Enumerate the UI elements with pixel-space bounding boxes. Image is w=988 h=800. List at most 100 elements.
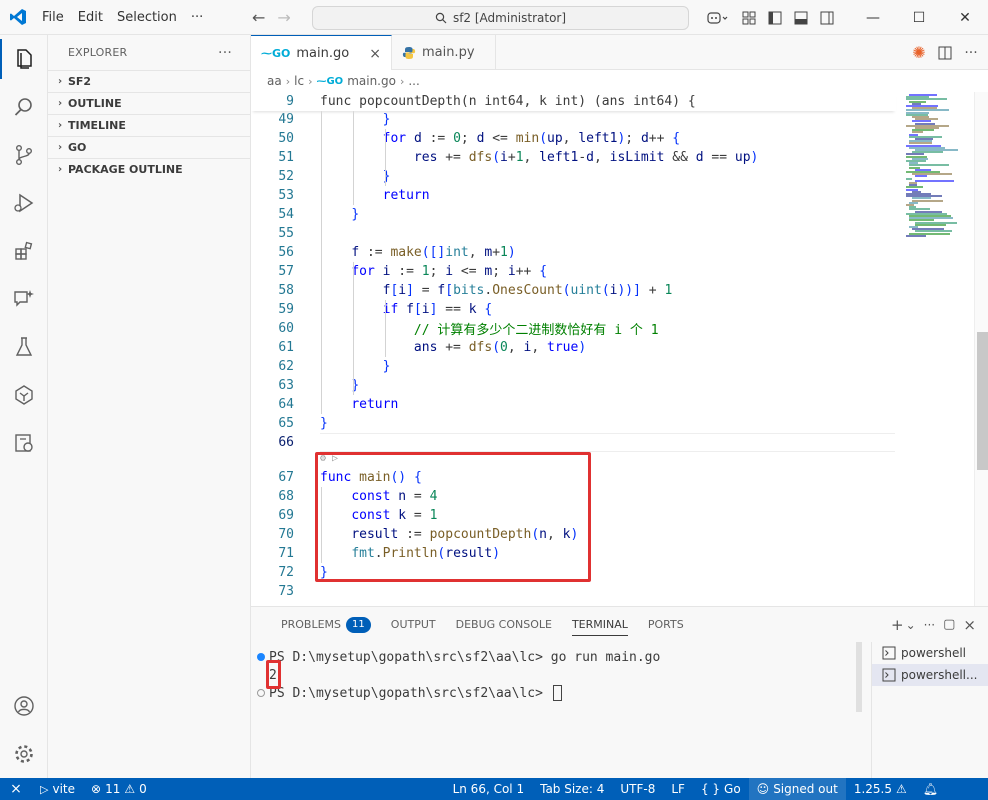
maximize-panel-icon[interactable]: ▢ bbox=[943, 617, 955, 632]
window-controls: — ☐ ✕ bbox=[850, 0, 988, 35]
breadcrumb-item[interactable]: lc bbox=[294, 74, 304, 88]
status-language[interactable]: { } Go bbox=[693, 778, 749, 800]
new-terminal-icon[interactable]: + bbox=[891, 616, 904, 634]
minimize-icon[interactable]: — bbox=[850, 0, 896, 35]
status-notifications[interactable]: 🔔︎ bbox=[915, 778, 988, 800]
close-window-icon[interactable]: ✕ bbox=[942, 0, 988, 35]
customize-layout-icon[interactable] bbox=[736, 0, 762, 35]
terminal-item-powershell-active[interactable]: powershell... bbox=[872, 664, 988, 686]
breadcrumb-item[interactable]: main.go bbox=[347, 74, 396, 88]
search-icon[interactable] bbox=[0, 83, 48, 131]
code-editor[interactable]: 9 func popcountDepth(n int64, k int) (an… bbox=[251, 92, 988, 606]
menu-bar: File Edit Selection ··· bbox=[35, 0, 210, 35]
line-number: 50 bbox=[278, 131, 294, 146]
error-icon: ⊗ bbox=[91, 782, 102, 796]
status-cursor-position[interactable]: Ln 66, Col 1 bbox=[445, 778, 533, 800]
status-tab-size[interactable]: Tab Size: 4 bbox=[532, 778, 612, 800]
editor-scrollbar[interactable] bbox=[974, 92, 988, 606]
close-tab-icon[interactable]: × bbox=[369, 46, 381, 62]
code-text: for i := 1; i <= m; i++ { bbox=[351, 264, 548, 279]
terminal-scrollbar[interactable] bbox=[856, 642, 862, 779]
sparkle-burst-icon[interactable]: ✺ bbox=[906, 35, 932, 70]
scroll-thumb[interactable] bbox=[977, 332, 988, 470]
line-number: 73 bbox=[278, 584, 294, 599]
code-text: for d := 0; d <= min(up, left1); d++ { bbox=[382, 131, 681, 146]
run-debug-icon[interactable] bbox=[0, 179, 48, 227]
command-center-search[interactable]: sf2 [Administrator] bbox=[312, 6, 689, 30]
sticky-scroll-line[interactable]: 9 func popcountDepth(n int64, k int) (an… bbox=[251, 92, 896, 111]
section-package-outline[interactable]: › PACKAGE OUTLINE bbox=[48, 158, 250, 180]
terminal-list: powershell powershell... bbox=[871, 642, 988, 779]
remote-indicator-icon[interactable]: ⨯ bbox=[0, 778, 32, 800]
docker-icon[interactable] bbox=[0, 419, 48, 467]
toggle-panel-icon[interactable] bbox=[788, 0, 814, 35]
menu-edit[interactable]: Edit bbox=[71, 0, 110, 35]
breadcrumb-item[interactable]: aa bbox=[267, 74, 282, 88]
chevron-down-icon[interactable]: ⌄ bbox=[906, 618, 916, 632]
tab-main-go[interactable]: ⁓GO main.go × bbox=[251, 35, 392, 71]
split-editor-icon[interactable] bbox=[932, 35, 958, 70]
window-title: sf2 [Administrator] bbox=[452, 11, 567, 25]
terminal-item-powershell[interactable]: powershell bbox=[872, 642, 988, 664]
more-icon[interactable]: ··· bbox=[924, 618, 935, 632]
code-line: 66 bbox=[251, 433, 891, 452]
chat-sparkle-icon[interactable] bbox=[0, 275, 48, 323]
minimap[interactable] bbox=[896, 92, 974, 606]
braces-icon: { } bbox=[700, 782, 721, 796]
tab-debug-console[interactable]: DEBUG CONSOLE bbox=[446, 607, 562, 642]
scroll-thumb[interactable] bbox=[856, 642, 862, 712]
status-go-version[interactable]: 1.25.5 ⚠ bbox=[846, 778, 915, 800]
section-sf2[interactable]: › SF2 bbox=[48, 70, 250, 92]
maximize-icon[interactable]: ☐ bbox=[896, 0, 942, 35]
menu-more[interactable]: ··· bbox=[184, 0, 210, 35]
status-eol[interactable]: LF bbox=[663, 778, 693, 800]
go-file-icon: ⁓GO bbox=[316, 75, 344, 87]
remote-explorer-icon[interactable] bbox=[0, 371, 48, 419]
section-outline[interactable]: › OUTLINE bbox=[48, 92, 250, 114]
section-go[interactable]: › GO bbox=[48, 136, 250, 158]
sidebar-more-icon[interactable]: ··· bbox=[218, 45, 232, 61]
line-number: 72 bbox=[278, 565, 294, 580]
toggle-primary-sidebar-icon[interactable] bbox=[762, 0, 788, 35]
code-text: ans += dfs(0, i, true) bbox=[413, 340, 587, 355]
forward-arrow-icon[interactable]: → bbox=[277, 8, 290, 27]
testing-flask-icon[interactable] bbox=[0, 323, 48, 371]
line-number: 54 bbox=[278, 207, 294, 222]
extensions-icon[interactable] bbox=[0, 227, 48, 275]
source-control-icon[interactable] bbox=[0, 131, 48, 179]
line-number: 70 bbox=[278, 527, 294, 542]
tab-terminal[interactable]: TERMINAL bbox=[562, 607, 638, 642]
menu-file[interactable]: File bbox=[35, 0, 71, 35]
status-encoding[interactable]: UTF-8 bbox=[612, 778, 663, 800]
breadcrumb-item[interactable]: ... bbox=[408, 74, 419, 88]
bottom-panel: PROBLEMS 11 OUTPUT DEBUG CONSOLE TERMINAL… bbox=[251, 606, 988, 779]
indent-guide bbox=[385, 300, 386, 357]
status-signed-out[interactable]: ☺ Signed out bbox=[748, 778, 846, 800]
bell-icon: 🔔︎ bbox=[922, 782, 938, 796]
close-panel-icon[interactable]: × bbox=[963, 616, 976, 634]
command-pending-dot[interactable] bbox=[257, 689, 265, 697]
tab-main-py[interactable]: main.py bbox=[392, 35, 496, 70]
account-icon[interactable] bbox=[0, 682, 48, 730]
terminal-line: PS D:\mysetup\gopath\src\sf2\aa\lc> bbox=[257, 684, 562, 702]
code-line: 49 } bbox=[251, 110, 891, 129]
explorer-icon[interactable] bbox=[0, 35, 48, 83]
more-actions-icon[interactable]: ··· bbox=[958, 35, 984, 70]
terminal-output[interactable]: PS D:\mysetup\gopath\src\sf2\aa\lc> go r… bbox=[251, 642, 856, 779]
problems-count-badge: 11 bbox=[346, 616, 371, 633]
status-vite[interactable]: ▷ vite bbox=[32, 778, 83, 800]
menu-selection[interactable]: Selection bbox=[110, 0, 184, 35]
code-text: } bbox=[382, 169, 391, 184]
tab-output[interactable]: OUTPUT bbox=[381, 607, 446, 642]
command-success-dot[interactable] bbox=[257, 653, 265, 661]
warning-icon: ⚠ bbox=[124, 782, 136, 796]
settings-gear-icon[interactable] bbox=[0, 730, 48, 778]
copilot-icon[interactable] bbox=[700, 0, 736, 35]
toggle-secondary-sidebar-icon[interactable] bbox=[814, 0, 840, 35]
chevron-right-icon: › bbox=[285, 74, 291, 88]
section-timeline[interactable]: › TIMELINE bbox=[48, 114, 250, 136]
tab-problems[interactable]: PROBLEMS 11 bbox=[271, 607, 381, 642]
tab-ports[interactable]: PORTS bbox=[638, 607, 694, 642]
status-problems[interactable]: ⊗ 11 ⚠ 0 bbox=[83, 778, 155, 800]
back-arrow-icon[interactable]: ← bbox=[252, 8, 265, 27]
